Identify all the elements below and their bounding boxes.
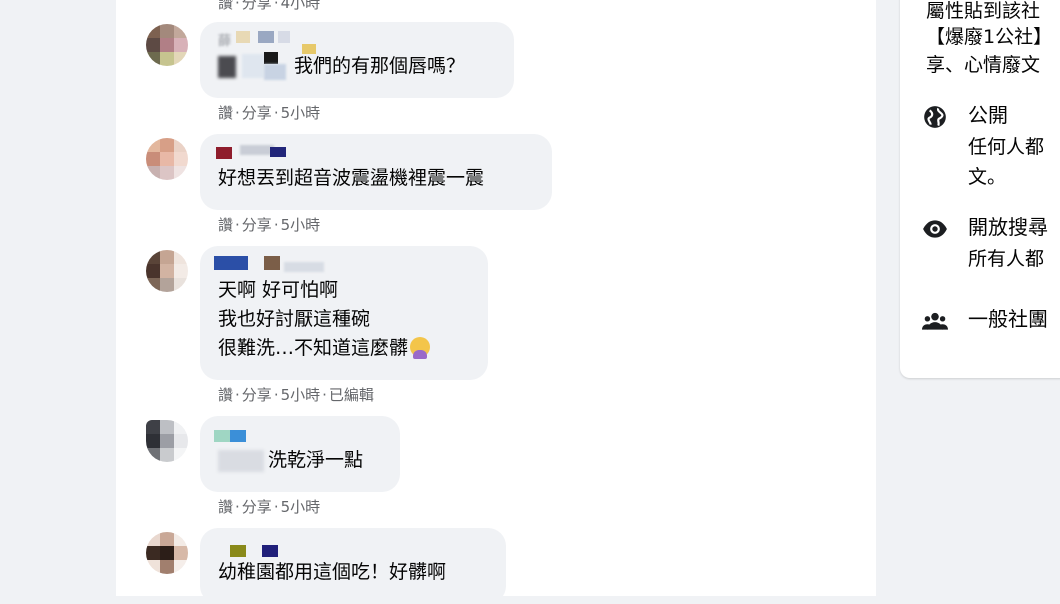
people-icon	[922, 312, 948, 330]
comment-line: 我也好討厭這種碗	[218, 308, 371, 330]
edited-label[interactable]: 已編輯	[329, 384, 374, 405]
share-button[interactable]: 分享	[242, 384, 272, 405]
like-button[interactable]: 讚	[218, 496, 233, 517]
separator-dot: ·	[273, 0, 279, 12]
like-button[interactable]: 讚	[218, 384, 233, 405]
comment-line: 很難洗…不知道這麼髒	[218, 337, 409, 359]
visibility-desc: 所有人都	[968, 248, 1045, 270]
timestamp[interactable]: 5小時	[281, 102, 321, 123]
separator-dot: ·	[235, 104, 240, 122]
privacy-desc-line: 任何人都	[968, 136, 1045, 158]
eye-icon	[923, 220, 947, 238]
avatar[interactable]	[146, 532, 188, 574]
author-name[interactable]: 薛	[218, 30, 231, 49]
group-intro-line: 【爆廢1公社】	[926, 26, 1053, 48]
timestamp[interactable]: 5小時	[281, 214, 321, 235]
globe-icon	[924, 106, 946, 128]
like-button[interactable]: 讚	[218, 214, 233, 235]
share-button[interactable]: 分享	[242, 102, 272, 123]
timestamp[interactable]: 5小時	[281, 496, 321, 517]
comment-bubble: 天啊 好可怕啊 我也好討厭這種碗 很難洗…不知道這麼髒	[200, 246, 488, 380]
woman-facepalming-emoji-icon	[410, 337, 431, 359]
privacy-desc-line: 文。	[968, 166, 1007, 188]
separator-dot: ·	[273, 498, 279, 516]
comment-author[interactable]	[214, 254, 476, 276]
group-about-card: 屬性貼到該社 【爆廢1公社】 享、心情廢文 公開 任何人都 文。 開放搜尋 所有…	[900, 0, 1060, 378]
group-intro-line: 享、心情廢文	[926, 54, 1041, 76]
comment-author[interactable]: 薛	[218, 30, 502, 54]
separator-dot: ·	[273, 104, 279, 122]
comment-author[interactable]	[216, 142, 540, 164]
comment-actions-top: 讚 · 分享 · 4小時	[218, 0, 320, 13]
comment-text-row: 我們的有那個唇嗎？	[218, 52, 502, 81]
comment-text: 好想丟到超音波震盪機裡震一震	[218, 167, 485, 189]
share-button[interactable]: 分享	[242, 496, 272, 517]
avatar[interactable]	[146, 24, 188, 66]
comment-bubble: 薛 我們的有那個唇嗎？	[200, 22, 514, 98]
comment-line: 天啊 好可怕啊	[218, 279, 339, 301]
comment-text-row: 洗乾淨一點	[218, 446, 388, 475]
avatar[interactable]	[146, 250, 188, 292]
group-type-label: 一般社團	[968, 307, 1048, 331]
timestamp[interactable]: 4小時	[281, 0, 321, 13]
separator-dot: ·	[273, 216, 279, 234]
comment-bubble: 好想丟到超音波震盪機裡震一震	[200, 134, 552, 210]
separator-dot: ·	[273, 386, 279, 404]
comment-text: 幼稚園都用這個吃！好髒啊	[218, 561, 447, 583]
comment-author[interactable]	[214, 424, 388, 446]
separator-dot: ·	[322, 386, 327, 404]
avatar[interactable]	[146, 420, 188, 462]
comment-actions: 讚 · 分享 · 5小時	[218, 214, 320, 235]
like-button[interactable]: 讚	[218, 0, 233, 13]
privacy-label: 公開	[968, 103, 1008, 127]
share-button[interactable]: 分享	[242, 214, 272, 235]
timestamp[interactable]: 5小時	[281, 384, 321, 405]
share-button[interactable]: 分享	[242, 0, 272, 13]
separator-dot: ·	[235, 498, 240, 516]
comment-author[interactable]	[218, 536, 494, 558]
comment-bubble: 洗乾淨一點	[200, 416, 400, 492]
separator-dot: ·	[235, 386, 240, 404]
visibility-label: 開放搜尋	[968, 215, 1048, 239]
avatar[interactable]	[146, 138, 188, 180]
separator-dot: ·	[235, 0, 240, 12]
comment-bubble: 幼稚園都用這個吃！好髒啊	[200, 528, 506, 604]
separator-dot: ·	[235, 216, 240, 234]
comment-actions: 讚 · 分享 · 5小時	[218, 496, 320, 517]
comment-line-with-emoji: 很難洗…不知道這麼髒	[218, 334, 476, 363]
like-button[interactable]: 讚	[218, 102, 233, 123]
comment-actions: 讚 · 分享 · 5小時 · 已編輯	[218, 384, 374, 405]
comment-actions: 讚 · 分享 · 5小時	[218, 102, 320, 123]
